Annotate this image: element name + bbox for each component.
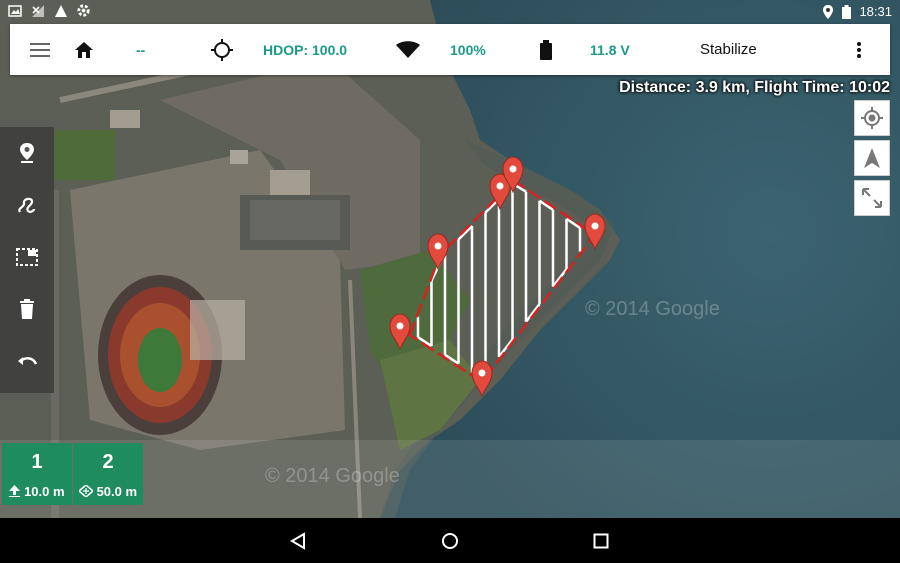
waypoint-card-1[interactable]: 1 10.0 m <box>2 443 72 505</box>
undo-tool-button[interactable] <box>0 335 54 387</box>
system-nav-bar <box>0 518 900 563</box>
mission-summary: Distance: 3.9 km, Flight Time: 10:02 <box>619 79 890 96</box>
home-icon <box>75 41 93 58</box>
waypoint-number: 1 <box>31 451 43 473</box>
satellite-map[interactable]: © 2014 Google © 2014 Google <box>0 0 900 518</box>
navigation-icon <box>55 4 67 17</box>
spline-icon <box>18 197 36 213</box>
navigation-arrow-icon <box>864 148 880 168</box>
map-watermark: © 2014 Google <box>265 465 400 487</box>
map-watermark: © 2014 Google <box>585 298 720 320</box>
menu-button[interactable] <box>30 24 50 75</box>
editor-toolbar <box>0 127 54 393</box>
square-recents-icon <box>593 533 609 548</box>
settings-icon <box>77 4 90 17</box>
circle-home-icon <box>442 532 458 549</box>
back-button[interactable] <box>268 518 328 563</box>
spline-tool-button[interactable] <box>0 179 54 231</box>
marker-icon <box>20 143 34 163</box>
waypoint-card-2[interactable]: 2 50.0 m <box>73 443 143 505</box>
altitude-up-icon <box>9 485 21 498</box>
system-status-bar: 18:31 <box>0 0 900 24</box>
no-signal-icon <box>32 4 44 17</box>
fullscreen-button[interactable] <box>854 180 890 216</box>
battery-status-icon[interactable] <box>540 24 552 75</box>
altitude-value: -- <box>136 41 146 58</box>
hdop-value: HDOP: 100.0 <box>263 41 348 58</box>
survey-icon <box>77 484 95 498</box>
fullscreen-icon <box>862 188 882 208</box>
signal-value: 100% <box>450 41 486 58</box>
location-icon <box>823 4 834 19</box>
waypoint-number: 2 <box>102 451 114 473</box>
delete-tool-button[interactable] <box>0 283 54 335</box>
gps-icon[interactable] <box>211 24 233 75</box>
flight-mode[interactable]: Stabilize <box>700 24 757 75</box>
marker-tool-button[interactable] <box>0 127 54 179</box>
recents-button[interactable] <box>571 518 631 563</box>
image-icon <box>8 4 22 17</box>
my-location-button[interactable] <box>854 100 890 136</box>
undo-icon <box>18 357 37 365</box>
trash-icon <box>20 299 34 319</box>
wifi-signal-icon[interactable] <box>396 24 420 75</box>
navigation-arrow-button[interactable] <box>854 140 890 176</box>
hamburger-icon <box>30 42 50 57</box>
waypoint-altitude: 10.0 m <box>2 484 72 499</box>
more-vert-icon <box>857 41 861 58</box>
home-nav-button[interactable] <box>420 518 480 563</box>
selection-area-icon <box>16 248 38 266</box>
home-button[interactable] <box>74 24 94 75</box>
clock: 18:31 <box>859 4 892 19</box>
overflow-menu-button[interactable] <box>856 24 862 75</box>
my-location-icon <box>861 107 883 129</box>
battery-icon <box>842 4 852 19</box>
telemetry-bar: -- HDOP: 100.0 100% 11.8 V Stabilize <box>10 24 890 75</box>
survey-area-tool-button[interactable] <box>0 231 54 283</box>
back-icon <box>290 531 305 550</box>
voltage-value: 11.8 V <box>590 41 630 58</box>
waypoint-survey: 50.0 m <box>73 484 143 499</box>
